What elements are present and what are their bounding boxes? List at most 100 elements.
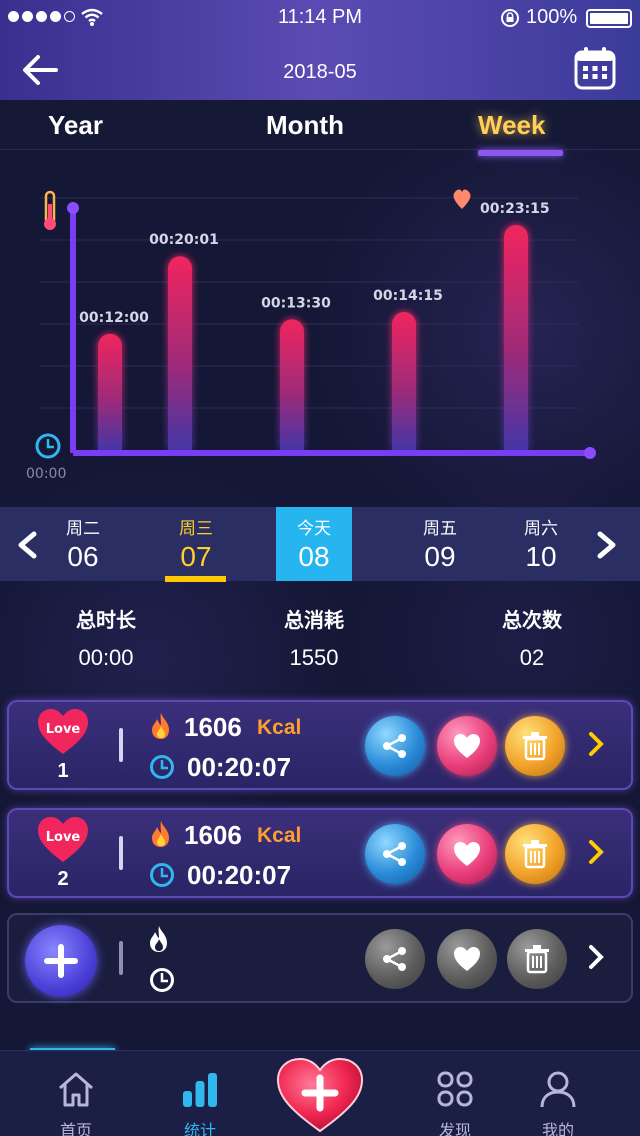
stat-value: 02 <box>519 645 545 670</box>
heart-icon <box>453 189 471 209</box>
prev-week-chevron-icon[interactable] <box>14 531 40 559</box>
clock-icon <box>150 968 174 992</box>
next-week-chevron-icon[interactable] <box>594 531 620 559</box>
session-index: 1 <box>57 760 69 782</box>
add-session-card[interactable] <box>7 913 633 1003</box>
session-index: 2 <box>57 868 69 890</box>
stat-value: 1550 <box>289 645 339 670</box>
fire-icon <box>152 713 169 739</box>
fire-icon <box>152 821 169 847</box>
range-tabs: Year Month Week <box>0 100 640 150</box>
like-button[interactable] <box>437 824 497 884</box>
date-item[interactable]: 周二 06 <box>48 507 118 581</box>
nav-home[interactable]: 首页 <box>26 1051 126 1136</box>
date-item-today[interactable]: 今天 08 <box>276 507 352 581</box>
stat-total-count: 总次数 02 <box>452 604 612 671</box>
week-chart: 00:12:00 00:20:01 00:13:30 00:14:15 00:23:15… <box>0 160 640 490</box>
kcal-unit: Kcal <box>257 716 302 739</box>
center-add-heart-button[interactable] <box>274 1053 366 1135</box>
like-button[interactable] <box>437 716 497 776</box>
share-icon <box>383 842 406 866</box>
stat-value: 00:00 <box>78 645 134 670</box>
home-icon <box>59 1072 93 1107</box>
status-bar: 11:14 PM 100% <box>0 0 640 36</box>
chart-bar <box>168 256 192 450</box>
chevron-right-icon[interactable] <box>587 728 605 760</box>
date-number: 07 <box>180 541 212 572</box>
chart-bars <box>98 224 528 450</box>
battery-percent: 100% <box>526 6 578 28</box>
chart-bar-label: 00:13:30 <box>261 295 331 311</box>
like-button[interactable] <box>437 929 497 989</box>
date-strip: 周二 06 周三 07 今天 08 周五 09 周六 10 <box>0 507 640 581</box>
date-number: 09 <box>424 541 456 572</box>
delete-button[interactable] <box>505 716 565 776</box>
date-number: 10 <box>525 541 557 572</box>
heart-icon <box>454 947 480 971</box>
date-number: 08 <box>298 541 330 572</box>
heart-icon <box>454 842 480 866</box>
share-button[interactable] <box>365 824 425 884</box>
clock-icon <box>150 863 174 887</box>
tab-week[interactable]: Week <box>478 110 545 141</box>
chevron-right-icon[interactable] <box>587 836 605 868</box>
stat-total-duration: 总时长 00:00 <box>26 604 186 671</box>
divider <box>119 836 123 870</box>
share-icon <box>383 947 406 971</box>
love-heart-icon: Love <box>38 709 88 754</box>
fire-icon <box>150 926 167 952</box>
nav-discover[interactable]: 发现 <box>405 1051 505 1136</box>
date-weekday: 今天 <box>297 519 331 539</box>
page-title: 2018-05 <box>283 61 357 83</box>
date-item[interactable]: 周五 09 <box>405 507 475 581</box>
heart-icon <box>454 734 480 758</box>
session-card[interactable]: Love 1 1606 Kcal 00:20:07 <box>7 700 633 790</box>
nav-label: 我的 <box>541 1121 574 1136</box>
tab-year[interactable]: Year <box>48 110 103 141</box>
y-axis-end-dot <box>67 202 79 214</box>
battery-icon <box>586 9 632 28</box>
divider <box>119 728 123 762</box>
add-session-button[interactable] <box>25 925 97 997</box>
kcal-unit: Kcal <box>257 824 302 847</box>
x-axis-end-dot <box>584 447 596 459</box>
kcal-value: 1606 <box>184 712 242 742</box>
delete-button[interactable] <box>507 929 567 989</box>
nav-label: 发现 <box>438 1121 471 1136</box>
discover-icon <box>437 1071 473 1107</box>
stat-label: 总消耗 <box>284 608 344 632</box>
date-item[interactable]: 周六 10 <box>506 507 576 581</box>
chart-bar-label: 00:20:01 <box>149 232 219 248</box>
stat-total-burn: 总消耗 1550 <box>234 604 394 671</box>
delete-button[interactable] <box>505 824 565 884</box>
chevron-right-icon[interactable] <box>587 941 605 973</box>
share-button[interactable] <box>365 929 425 989</box>
y-axis-min-label: 00:00 <box>26 466 66 482</box>
nav-stats[interactable]: 统计 <box>150 1051 250 1136</box>
date-weekday: 周二 <box>66 519 100 539</box>
chart-bar <box>392 312 416 450</box>
share-icon <box>383 734 406 758</box>
chart-bar <box>504 224 528 450</box>
divider <box>119 941 123 975</box>
date-weekday: 周五 <box>423 519 457 539</box>
love-badge-text: Love <box>46 830 81 845</box>
date-item-selected[interactable]: 周三 07 <box>161 507 231 581</box>
kcal-value: 1606 <box>184 820 242 850</box>
tab-active-indicator <box>478 150 563 156</box>
calendar-icon[interactable] <box>574 46 616 90</box>
chart-canvas: 00:12:00 00:20:01 00:13:30 00:14:15 00:23:15… <box>26 189 596 482</box>
love-heart-icon: Love <box>38 817 88 862</box>
trash-icon <box>523 840 547 869</box>
chart-bar <box>280 319 304 450</box>
nav-mine[interactable]: 我的 <box>508 1051 608 1136</box>
chart-bar-label: 00:12:00 <box>79 310 149 326</box>
session-card[interactable]: Love 2 1606 Kcal 00:20:07 <box>7 808 633 898</box>
share-button[interactable] <box>365 716 425 776</box>
trash-icon <box>523 732 547 761</box>
chart-bar-label: 00:23:15 <box>480 201 550 217</box>
orientation-lock-icon <box>501 9 519 27</box>
tab-month[interactable]: Month <box>266 110 344 141</box>
nav-label: 统计 <box>183 1121 216 1136</box>
chart-bar-label: 00:14:15 <box>373 288 443 304</box>
